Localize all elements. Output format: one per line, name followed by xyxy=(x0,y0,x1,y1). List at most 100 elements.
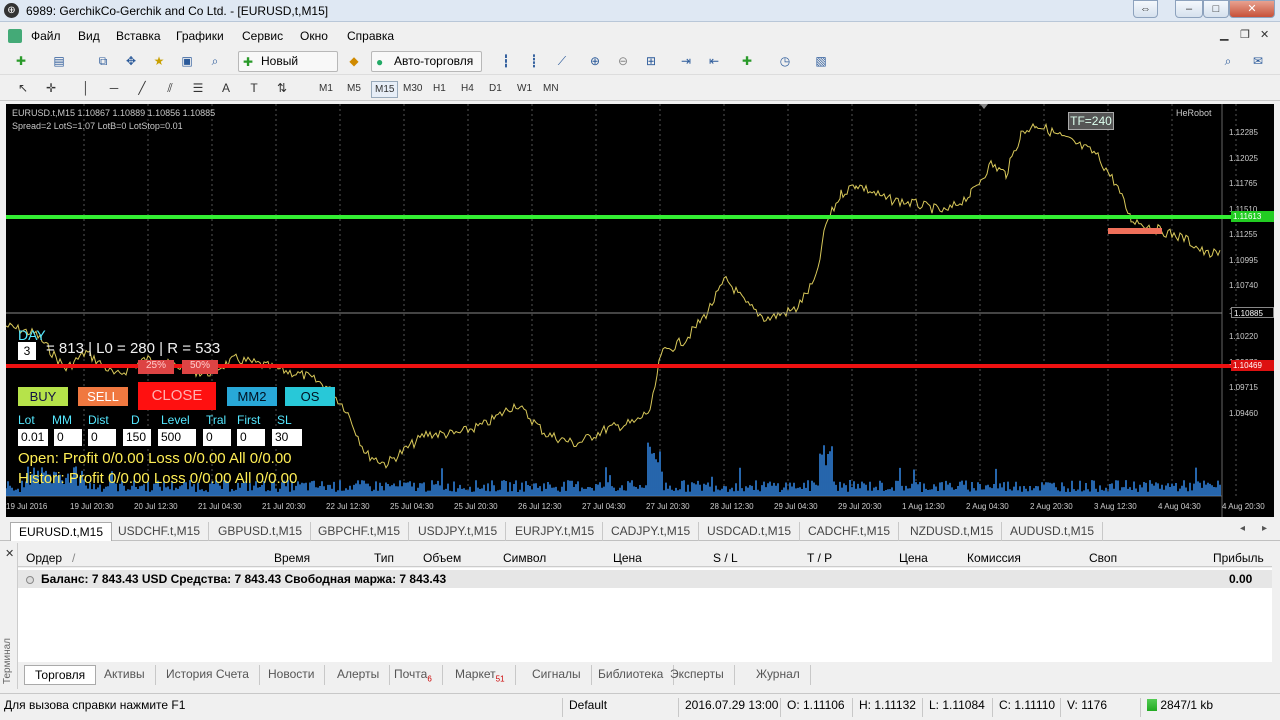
arrows-icon[interactable]: ⇅ xyxy=(273,79,291,97)
tab-usdcad[interactable]: USDCAD.t,M15 xyxy=(699,522,801,541)
balance-row[interactable]: Баланс: 7 843.43 USD Средства: 7 843.43 … xyxy=(18,570,1272,588)
restore-arrows-icon[interactable]: ⇔ xyxy=(1133,0,1158,18)
auto-trading-button[interactable]: ● Авто-торговля xyxy=(371,51,482,72)
tral-input[interactable]: 0 xyxy=(203,429,231,446)
navigator-icon[interactable]: ✥ xyxy=(122,52,140,70)
col-volume[interactable]: Объем xyxy=(423,551,461,565)
chat-icon[interactable]: ✉ xyxy=(1249,52,1267,70)
menu-insert[interactable]: Вставка xyxy=(116,29,161,43)
menu-help[interactable]: Справка xyxy=(347,29,394,43)
close-all-button[interactable]: CLOSE xyxy=(138,382,216,410)
tab-nzdusd[interactable]: NZDUSD.t,M15 xyxy=(902,522,1003,541)
meta-editor-icon[interactable]: ◆ xyxy=(345,52,363,70)
minimize-button[interactable]: – xyxy=(1175,0,1203,18)
channel-icon[interactable]: ⫽ xyxy=(161,79,179,97)
tab-usdchf[interactable]: USDCHF.t,M15 xyxy=(110,522,210,541)
terminal-tab-7[interactable]: Сигналы xyxy=(522,665,592,685)
percent-25-button[interactable]: 25% xyxy=(138,360,174,374)
autoscroll-icon[interactable]: ⇤ xyxy=(705,52,723,70)
timeframe-m30[interactable]: M30 xyxy=(400,81,425,96)
tab-gbpusd[interactable]: GBPUSD.t,M15 xyxy=(210,522,312,541)
timeframe-m5[interactable]: M5 xyxy=(344,81,364,96)
tab-scroll-right-icon[interactable]: ▸ xyxy=(1262,523,1267,534)
timeframe-h1[interactable]: H1 xyxy=(430,81,449,96)
col-sl[interactable]: S / L xyxy=(713,551,738,565)
menu-file[interactable]: Файл xyxy=(31,29,61,43)
dist-input[interactable]: 0 xyxy=(88,429,116,446)
tester-icon[interactable]: ⌕ xyxy=(206,52,224,70)
col-type[interactable]: Тип xyxy=(374,551,394,565)
terminal-close-icon[interactable]: ✕ xyxy=(5,547,14,560)
terminal-tab-10[interactable]: Журнал xyxy=(746,665,811,685)
buy-button[interactable]: BUY xyxy=(18,387,68,406)
text-label-icon[interactable]: T xyxy=(245,79,263,97)
level-input[interactable]: 500 xyxy=(158,429,196,446)
tab-cadchf[interactable]: CADCHF.t,M15 xyxy=(800,522,900,541)
col-symbol[interactable]: Символ xyxy=(503,551,546,565)
menu-view[interactable]: Вид xyxy=(78,29,100,43)
terminal-tab-4[interactable]: Алерты xyxy=(327,665,391,685)
tab-audusd[interactable]: AUDUSD.t,M15 xyxy=(1002,522,1104,541)
cursor-icon[interactable]: ↖ xyxy=(14,79,32,97)
tab-gbpchf[interactable]: GBPCHF.t,M15 xyxy=(310,522,410,541)
timeframe-w1[interactable]: W1 xyxy=(514,81,535,96)
timeframe-h4[interactable]: H4 xyxy=(458,81,477,96)
fibonacci-icon[interactable]: ☰ xyxy=(189,79,207,97)
close-window-button[interactable]: ✕ xyxy=(1229,0,1275,18)
menu-charts[interactable]: Графики xyxy=(176,29,224,43)
sell-button[interactable]: SELL xyxy=(78,387,128,406)
menu-window[interactable]: Окно xyxy=(300,29,328,43)
terminal-tab-2[interactable]: История Счета xyxy=(156,665,260,685)
new-order-button[interactable]: ✚ Новый ордер xyxy=(238,51,338,87)
new-chart-icon[interactable]: ✚ xyxy=(12,52,30,70)
mdi-close-icon[interactable]: ✕ xyxy=(1260,28,1269,41)
templates-icon[interactable]: ▧ xyxy=(812,52,830,70)
terminal-icon[interactable]: ▣ xyxy=(178,52,196,70)
line-chart-icon[interactable]: ⟋ xyxy=(553,52,571,70)
tab-cadjpy[interactable]: CADJPY.t,M15 xyxy=(603,522,700,541)
price-chart[interactable]: EURUSD.t,M15 1.10867 1.10889 1.10856 1.1… xyxy=(6,104,1274,517)
terminal-tab-5[interactable]: Почта6 xyxy=(384,665,443,685)
profiles-icon[interactable]: ▤ xyxy=(50,52,68,70)
tab-scroll-left-icon[interactable]: ◂ xyxy=(1240,523,1245,534)
col-order[interactable]: Ордер xyxy=(26,551,62,565)
timeframe-mn[interactable]: MN xyxy=(540,81,562,96)
text-icon[interactable]: A xyxy=(217,79,235,97)
lot-input[interactable]: 0.01 xyxy=(18,429,48,446)
timeframe-m1[interactable]: M1 xyxy=(316,81,336,96)
horizontal-line-icon[interactable]: ─ xyxy=(105,79,123,97)
col-time[interactable]: Время xyxy=(274,551,310,565)
timeframe-m15[interactable]: M15 xyxy=(371,81,399,98)
tab-usdjpy[interactable]: USDJPY.t,M15 xyxy=(410,522,507,541)
crosshair-icon[interactable]: ✛ xyxy=(42,79,60,97)
terminal-tab-9[interactable]: Эксперты xyxy=(660,665,735,685)
chart-shift-icon[interactable]: ⇥ xyxy=(677,52,695,70)
col-commission[interactable]: Комиссия xyxy=(967,551,1021,565)
terminal-tab-1[interactable]: Активы xyxy=(94,665,156,685)
trendline-icon[interactable]: ╱ xyxy=(133,79,151,97)
mm2-button[interactable]: MM2 xyxy=(227,387,277,406)
tab-eurusd[interactable]: EURUSD.t,M15 xyxy=(10,522,113,541)
col-swap[interactable]: Своп xyxy=(1089,551,1117,565)
os-button[interactable]: OS xyxy=(285,387,335,406)
bar-chart-icon[interactable]: ┇ xyxy=(497,52,515,70)
col-price[interactable]: Цена xyxy=(613,551,642,565)
mm-input[interactable]: 0 xyxy=(54,429,82,446)
col-current-price[interactable]: Цена xyxy=(899,551,928,565)
d-input[interactable]: 150 xyxy=(123,429,151,446)
zoom-in-icon[interactable]: ⊕ xyxy=(586,52,604,70)
panel-day-value[interactable]: 3 xyxy=(18,342,36,360)
candlestick-icon[interactable]: ┋ xyxy=(525,52,543,70)
timeframe-d1[interactable]: D1 xyxy=(486,81,505,96)
sl-input[interactable]: 30 xyxy=(272,429,302,446)
vertical-line-icon[interactable]: │ xyxy=(77,79,95,97)
market-watch-icon[interactable]: ⧉ xyxy=(94,52,112,70)
data-window-icon[interactable]: ★ xyxy=(150,52,168,70)
menu-service[interactable]: Сервис xyxy=(242,29,283,43)
indicators-icon[interactable]: ✚ xyxy=(738,52,756,70)
col-tp[interactable]: T / P xyxy=(807,551,832,565)
percent-50-button[interactable]: 50% xyxy=(182,360,218,374)
terminal-tab-0[interactable]: Торговля xyxy=(24,665,97,685)
mdi-minimize-icon[interactable]: ▁ xyxy=(1220,28,1228,41)
status-profile[interactable]: Default xyxy=(562,698,678,717)
